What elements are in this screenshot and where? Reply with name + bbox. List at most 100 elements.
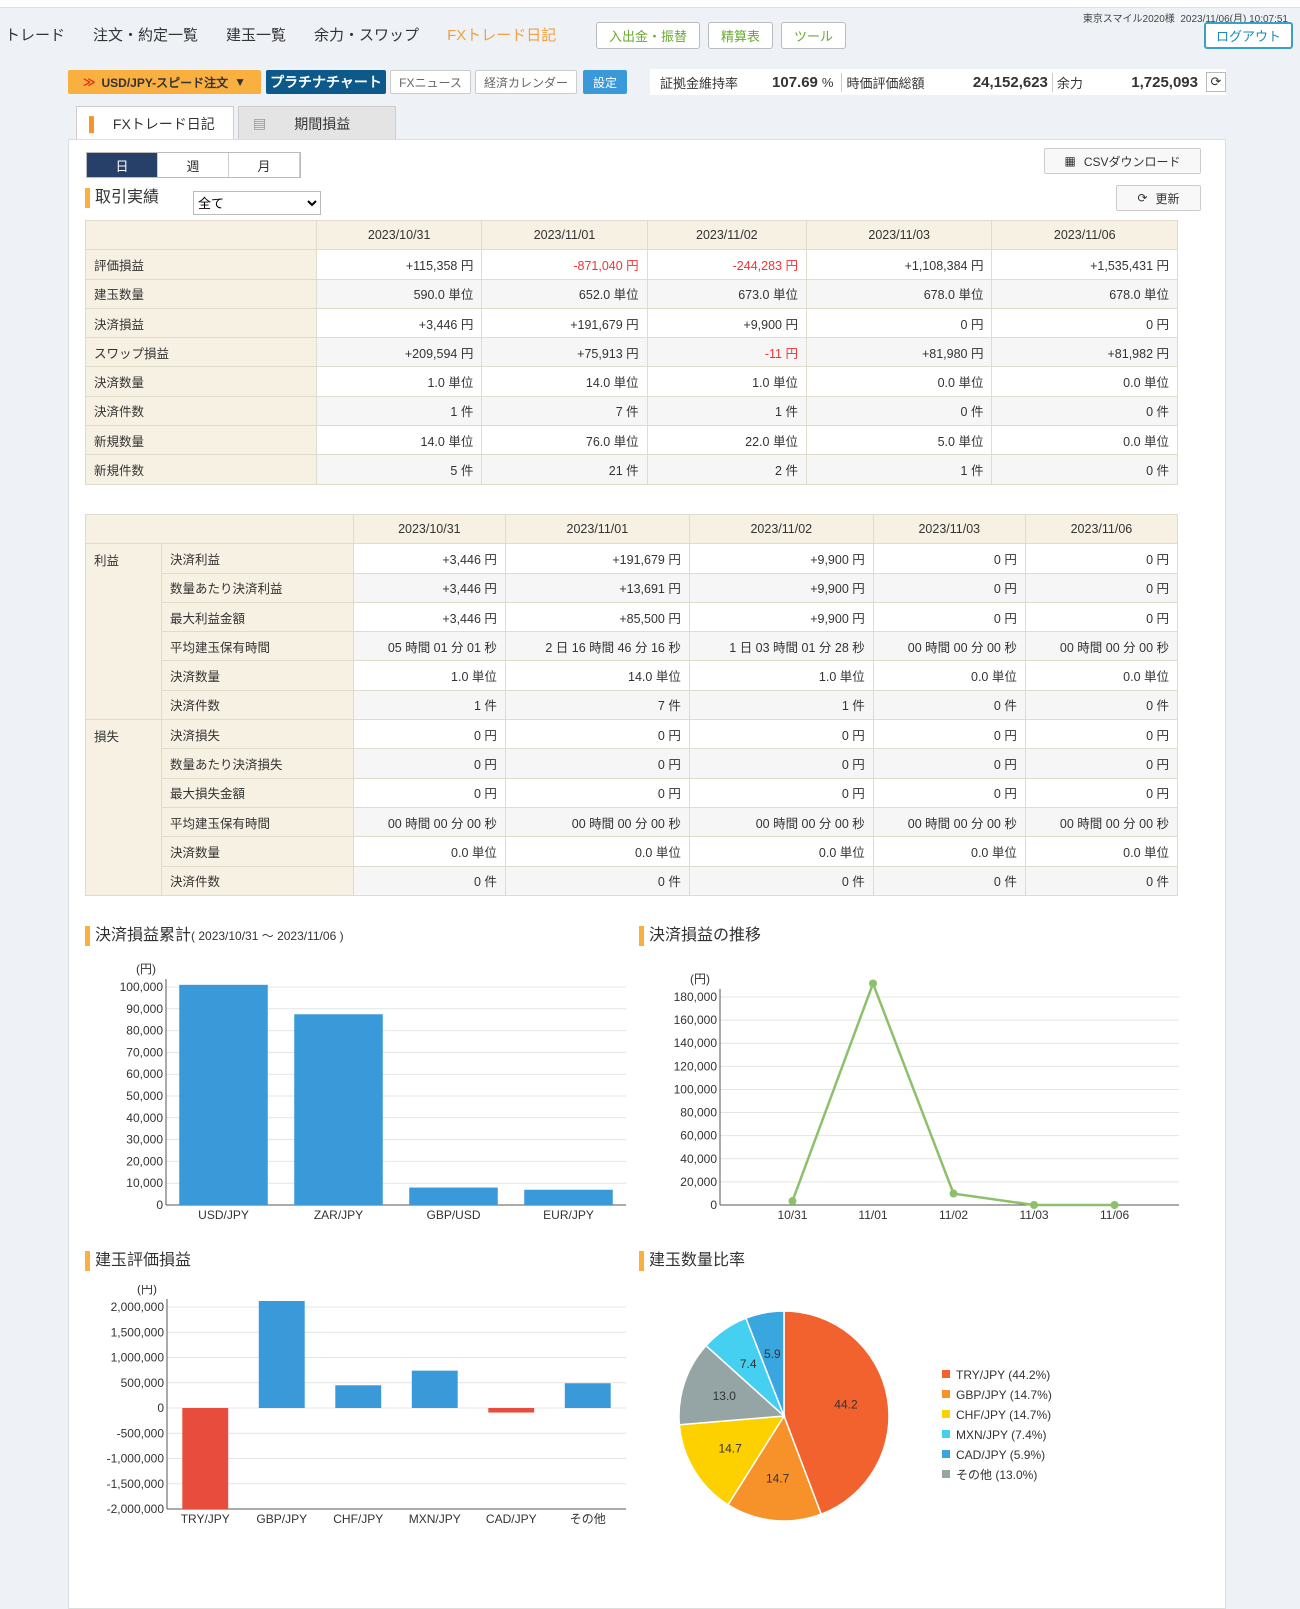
cell-value: +3,446 円 — [315, 307, 483, 339]
tools-button[interactable]: ツール — [781, 22, 847, 49]
speed-order-button[interactable]: ≫ USD/JPY-スピード注文 ▼ — [68, 70, 261, 94]
tab-fx-diary[interactable]: ▌ FXトレード日記 — [76, 106, 234, 140]
cell-value: 1 件 — [352, 689, 506, 721]
table-row: 決済数量 1.0 単位 14.0 単位 1.0 単位 0.0 単位 0.0 単位 — [85, 366, 1178, 397]
table-row: 最大損失金額 0 円0 円0 円0 円0 円 — [86, 777, 1179, 808]
legend-swatch — [942, 1470, 950, 1478]
cell-value: 0 件 — [805, 395, 993, 427]
y-tick-label: 160,000 — [674, 1013, 718, 1027]
refresh-button[interactable]: ⟳ 更新 — [1116, 185, 1201, 211]
x-tick-label: 11/06 — [1100, 1208, 1129, 1222]
cell-value: 1 日 03 時間 01 分 28 秒 — [688, 631, 874, 662]
y-tick-label: -500,000 — [117, 1426, 165, 1440]
cell-value: 0.0 単位 — [991, 366, 1178, 397]
y-tick-label: -1,000,000 — [107, 1452, 165, 1466]
refresh-status-icon[interactable]: ⟳ — [1206, 72, 1226, 92]
row-label: 建玉数量 — [85, 278, 317, 309]
cell-value: +9,900 円 — [688, 572, 874, 603]
cell-value: 0 円 — [352, 719, 506, 750]
x-tick-label: 11/02 — [939, 1208, 968, 1222]
table-row: 新規件数 5 件 21 件2 件1 件0 件 — [85, 454, 1178, 485]
x-tick-label: 11/03 — [1019, 1208, 1048, 1222]
settlement-button[interactable]: 精算表 — [708, 22, 774, 49]
bar — [564, 1383, 611, 1408]
logout-button[interactable]: ログアウト — [1204, 22, 1294, 49]
x-tick-label: USD/JPY — [198, 1208, 249, 1222]
nav-fx-diary[interactable]: FXトレード日記 — [447, 24, 556, 45]
cell-value: 0 円 — [688, 719, 874, 750]
cell-value: 1.0 単位 — [646, 366, 807, 397]
cell-value: 0 円 — [688, 777, 874, 808]
y-tick-label: 60,000 — [126, 1067, 163, 1081]
slice-label: 5.9 — [764, 1347, 781, 1361]
nav-positions[interactable]: 建玉一覧 — [226, 24, 286, 45]
table-row: スワップ損益 +209,594 円 +75,913 円 -11 円 +81,980 円 +… — [85, 337, 1178, 368]
y-tick-label: 120,000 — [674, 1059, 718, 1073]
cell-value: 0 円 — [872, 748, 1026, 779]
cell-value: 590.0 単位 — [315, 278, 483, 309]
cell-value: 0 円 — [1024, 748, 1179, 779]
cell-value: 0.0 単位 — [1024, 836, 1179, 867]
date-header: 2023/11/03 — [872, 513, 1026, 545]
nav-swap[interactable]: 余力・スワップ — [314, 24, 419, 45]
platinum-chart-button[interactable]: プラチナチャート — [266, 70, 386, 94]
section-trade-results: 取引実績 — [85, 188, 159, 208]
date-header: 2023/10/31 — [315, 219, 483, 251]
nav-trade[interactable]: トレード — [5, 24, 65, 45]
top-bar — [0, 0, 1300, 8]
bar — [294, 1014, 383, 1205]
y-axis-unit: (円) — [137, 1285, 157, 1296]
cell-value: 0 円 — [504, 719, 690, 750]
y-tick-label: 0 — [156, 1198, 163, 1212]
bar — [335, 1385, 382, 1408]
nav-orders[interactable]: 注文・約定一覧 — [93, 24, 198, 45]
slice-label: 14.7 — [766, 1472, 790, 1486]
table-row: 決済数量 0.0 単位 0.0 単位 0.0 単位 0.0 単位 0.0 単位 — [86, 836, 1179, 867]
period-week[interactable]: 週 — [158, 153, 229, 177]
cell-value: -11 円 — [646, 337, 807, 368]
row-label: 決済数量 — [161, 836, 354, 867]
cell-value: 0.0 単位 — [1024, 660, 1179, 691]
row-label: 最大利益金額 — [161, 601, 354, 633]
cell-value: 00 時間 00 分 00 秒 — [1024, 631, 1179, 662]
table-row: 決済件数 0 件0 件0 件0 件0 件 — [86, 865, 1179, 896]
cell-value: 678.0 単位 — [991, 278, 1178, 309]
cell-value: 0.0 単位 — [872, 836, 1026, 867]
cell-value: 0 件 — [688, 865, 874, 896]
cell-value: 0.0 単位 — [805, 366, 993, 397]
period-month[interactable]: 月 — [229, 153, 300, 177]
document-icon: ▤ — [253, 115, 267, 131]
date-header: 2023/11/06 — [1024, 513, 1179, 545]
y-tick-label: 90,000 — [126, 1002, 163, 1016]
x-tick-label: 10/31 — [777, 1208, 807, 1222]
tab-period-pl[interactable]: ▤ 期間損益 — [238, 106, 396, 140]
table-row: 評価損益 +115,358 円 -871,040 円 -244,283 円 +1,108… — [85, 249, 1178, 280]
period-day[interactable]: 日 — [87, 153, 158, 177]
cell-value: 22.0 単位 — [646, 425, 807, 456]
valuation-label: 時価評価総額 — [841, 72, 924, 92]
cell-value: +81,982 円 — [991, 337, 1178, 368]
bar — [258, 1301, 305, 1408]
deposit-button[interactable]: 入出金・振替 — [596, 22, 701, 49]
fx-news-button[interactable]: FXニュース — [390, 70, 471, 94]
filter-select[interactable]: 全て — [193, 191, 321, 215]
caret-down-icon: ▼ — [234, 75, 247, 89]
y-axis-unit: (円) — [136, 962, 156, 976]
cell-value: +9,900 円 — [646, 307, 807, 339]
slice-label: 7.4 — [740, 1357, 757, 1371]
date-header: 2023/10/31 — [352, 513, 506, 545]
date-header: 2023/11/01 — [481, 219, 648, 251]
calendar-button[interactable]: 経済カレンダー — [475, 70, 577, 94]
cell-value: 0 円 — [872, 572, 1026, 603]
cell-value: +191,679 円 — [504, 543, 690, 574]
table-row: 新規数量 14.0 単位 76.0 単位 22.0 単位 5.0 単位 0.0 単位 — [85, 425, 1178, 456]
chart2-title: 決済損益の推移 — [639, 926, 761, 946]
y-tick-label: 80,000 — [126, 1024, 163, 1038]
date-header: 2023/11/06 — [991, 219, 1178, 251]
x-tick-label: CHF/JPY — [333, 1512, 383, 1526]
chart4-title: 建玉数量比率 — [639, 1251, 745, 1271]
cell-value: 0 円 — [872, 719, 1026, 750]
csv-download-button[interactable]: ▦ CSVダウンロード — [1044, 148, 1201, 174]
cell-value: 0 円 — [991, 307, 1178, 339]
settings-button[interactable]: 設定 — [583, 70, 627, 94]
